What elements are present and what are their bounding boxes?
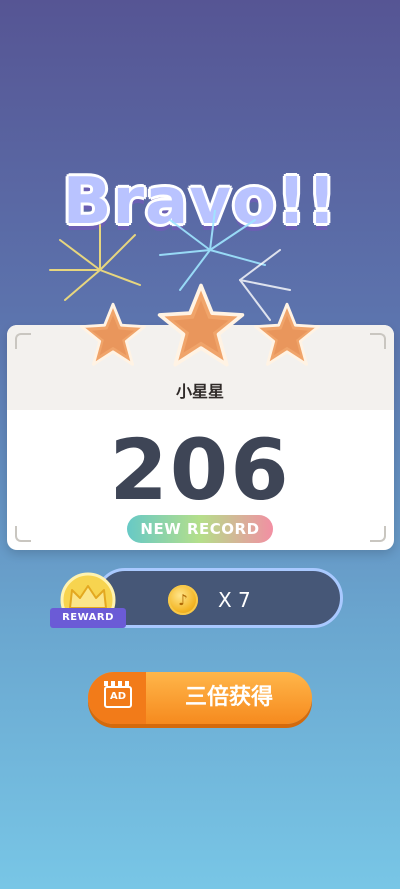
score-value: 206 <box>109 421 291 519</box>
corner-ornament <box>15 526 31 542</box>
new-record-badge: NEW RECORD <box>127 515 273 543</box>
reward-badge-label: REWARD <box>50 608 126 628</box>
star-icon-right <box>254 302 320 366</box>
corner-ornament <box>15 333 31 349</box>
star-icon-left <box>80 302 146 366</box>
reward-multiplier: X 7 <box>218 588 251 612</box>
star-icon-center <box>157 283 245 367</box>
star-rank-label: 小星星 <box>175 382 224 401</box>
ad-clapperboard-icon: AD <box>104 681 132 708</box>
corner-ornament <box>370 526 386 542</box>
ad-button-label[interactable]: 三倍获得 <box>146 672 312 724</box>
corner-ornament <box>370 333 386 349</box>
music-note-coin-icon: ♪ <box>168 585 198 615</box>
